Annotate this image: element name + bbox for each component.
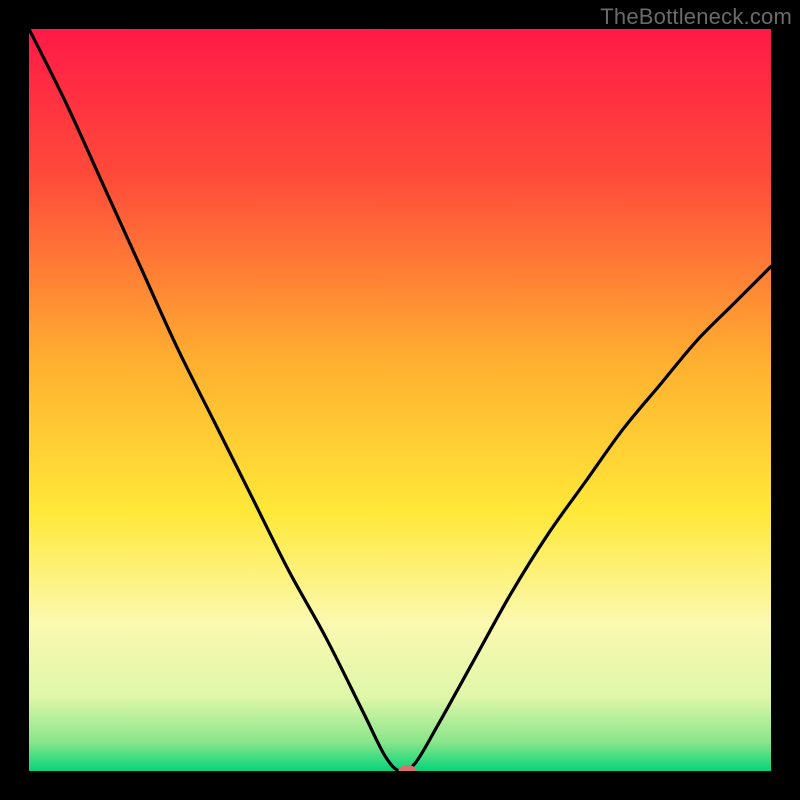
bottleneck-chart bbox=[29, 29, 771, 771]
chart-plot-area bbox=[29, 29, 771, 771]
watermark-text: TheBottleneck.com bbox=[600, 4, 792, 30]
gradient-background bbox=[29, 29, 771, 771]
